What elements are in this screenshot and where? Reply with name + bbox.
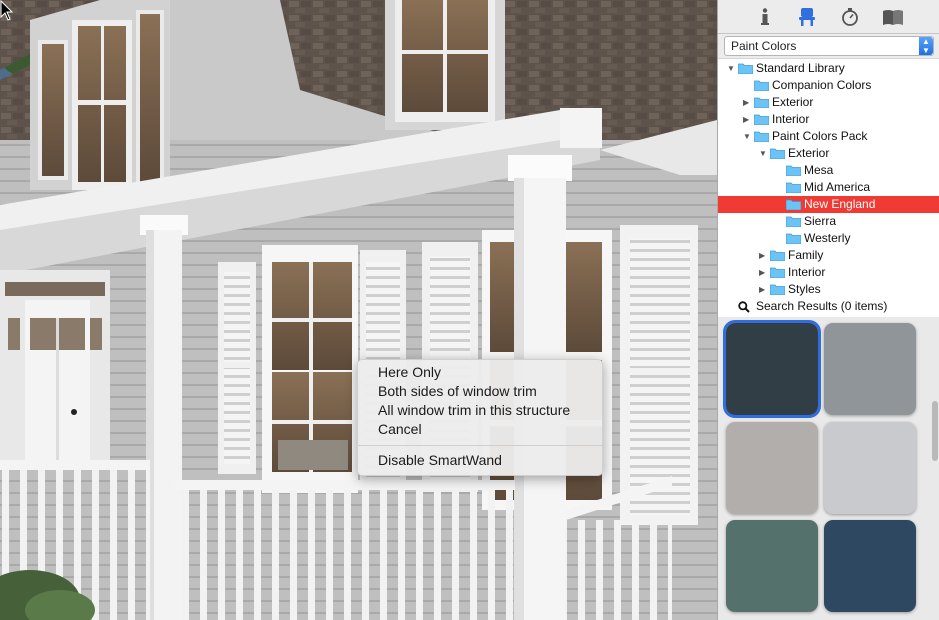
chair-icon[interactable] [794, 5, 820, 29]
tree-item-pack-exterior[interactable]: ▼ Exterior [718, 145, 939, 162]
tree-item-mid-america[interactable]: Mid America [718, 179, 939, 196]
tree-label: Styles [788, 282, 821, 296]
folder-icon [770, 267, 785, 278]
tree-label: Mid America [804, 180, 871, 194]
library-type-label: Paint Colors [731, 39, 797, 53]
folder-icon [738, 63, 753, 74]
folder-icon [754, 114, 769, 125]
tree-label: Interior [788, 265, 826, 279]
library-tree: ▼ Standard Library Companion Colors ▶ Ex… [718, 58, 939, 318]
tree-item-new-england[interactable]: New England [718, 196, 939, 213]
color-swatch-grid [718, 317, 939, 620]
disclosure-collapsed-icon[interactable]: ▶ [759, 281, 768, 298]
disclosure-expanded-icon[interactable]: ▼ [759, 145, 768, 162]
disclosure-collapsed-icon[interactable]: ▶ [759, 264, 768, 281]
folder-icon [786, 216, 801, 227]
smartwand-context-menu: Here Only Both sides of window trim All … [357, 359, 603, 476]
folder-icon [754, 131, 769, 142]
color-swatch[interactable] [824, 422, 916, 514]
color-swatch[interactable] [824, 520, 916, 612]
tree-label: Exterior [772, 95, 814, 109]
folder-icon [770, 148, 785, 159]
folder-icon [770, 250, 785, 261]
tree-label: Paint Colors Pack [772, 129, 868, 143]
tree-item-pack-interior[interactable]: ▶ Interior [718, 264, 939, 281]
mouse-cursor-icon [0, 0, 14, 21]
menu-item-disable-smartwand[interactable]: Disable SmartWand [378, 451, 502, 470]
disclosure-expanded-icon[interactable]: ▼ [727, 60, 736, 77]
library-type-select[interactable]: Paint Colors ▲ ▼ [724, 36, 934, 56]
select-arrows-icon: ▲ ▼ [919, 37, 933, 55]
tree-label: Standard Library [756, 61, 845, 75]
tree-label: Westerly [804, 231, 851, 245]
3d-viewport[interactable]: Here Only Both sides of window trim All … [0, 0, 717, 620]
color-swatch[interactable] [726, 422, 818, 514]
tree-label: Companion Colors [772, 78, 872, 92]
tree-item-westerly[interactable]: Westerly [718, 230, 939, 247]
folder-icon [754, 97, 769, 108]
tree-item-interior[interactable]: ▶ Interior [718, 111, 939, 128]
tree-item-styles[interactable]: ▶ Styles [718, 281, 939, 298]
tree-item-exterior[interactable]: ▶ Exterior [718, 94, 939, 111]
swatch-scrollbar[interactable] [932, 401, 938, 461]
tree-item-sierra[interactable]: Sierra [718, 213, 939, 230]
color-swatch[interactable] [723, 320, 821, 418]
menu-item-both-sides-window-trim[interactable]: Both sides of window trim [378, 382, 537, 401]
folder-icon [786, 165, 801, 176]
tree-label: Mesa [804, 163, 834, 177]
tree-item-standard-library[interactable]: ▼ Standard Library [718, 60, 939, 77]
info-icon[interactable] [752, 5, 778, 29]
disclosure-collapsed-icon[interactable]: ▶ [743, 111, 752, 128]
tree-item-family[interactable]: ▶ Family [718, 247, 939, 264]
tree-item-paint-colors-pack[interactable]: ▼ Paint Colors Pack [718, 128, 939, 145]
folder-icon [786, 199, 801, 210]
menu-item-all-window-trim[interactable]: All window trim in this structure [378, 401, 570, 420]
tree-label: Family [788, 248, 824, 262]
disclosure-collapsed-icon[interactable]: ▶ [743, 94, 752, 111]
panel-tabs [718, 0, 939, 34]
folder-icon [786, 182, 801, 193]
tree-item-companion-colors[interactable]: Companion Colors [718, 77, 939, 94]
folder-icon [754, 80, 769, 91]
menu-separator [358, 445, 602, 446]
stopwatch-icon[interactable] [837, 5, 863, 29]
house-render [0, 0, 717, 620]
disclosure-collapsed-icon[interactable]: ▶ [759, 247, 768, 264]
tree-label: Exterior [788, 146, 830, 160]
color-swatch[interactable] [726, 520, 818, 612]
menu-item-here-only[interactable]: Here Only [378, 363, 441, 382]
color-swatch[interactable] [824, 323, 916, 415]
folder-icon [786, 233, 801, 244]
tree-label: Interior [772, 112, 810, 126]
folder-icon [770, 284, 785, 295]
tree-label: Search Results (0 items) [756, 299, 888, 313]
disclosure-expanded-icon[interactable]: ▼ [743, 128, 752, 145]
library-panel: Paint Colors ▲ ▼ ▼ Standard Library Compa… [717, 0, 939, 620]
tree-label: New England [804, 197, 876, 211]
search-icon [738, 301, 750, 313]
tree-item-search-results[interactable]: Search Results (0 items) [718, 298, 939, 315]
book-icon[interactable] [880, 5, 906, 29]
tree-label: Sierra [804, 214, 837, 228]
tree-item-mesa[interactable]: Mesa [718, 162, 939, 179]
menu-item-cancel[interactable]: Cancel [378, 420, 422, 439]
